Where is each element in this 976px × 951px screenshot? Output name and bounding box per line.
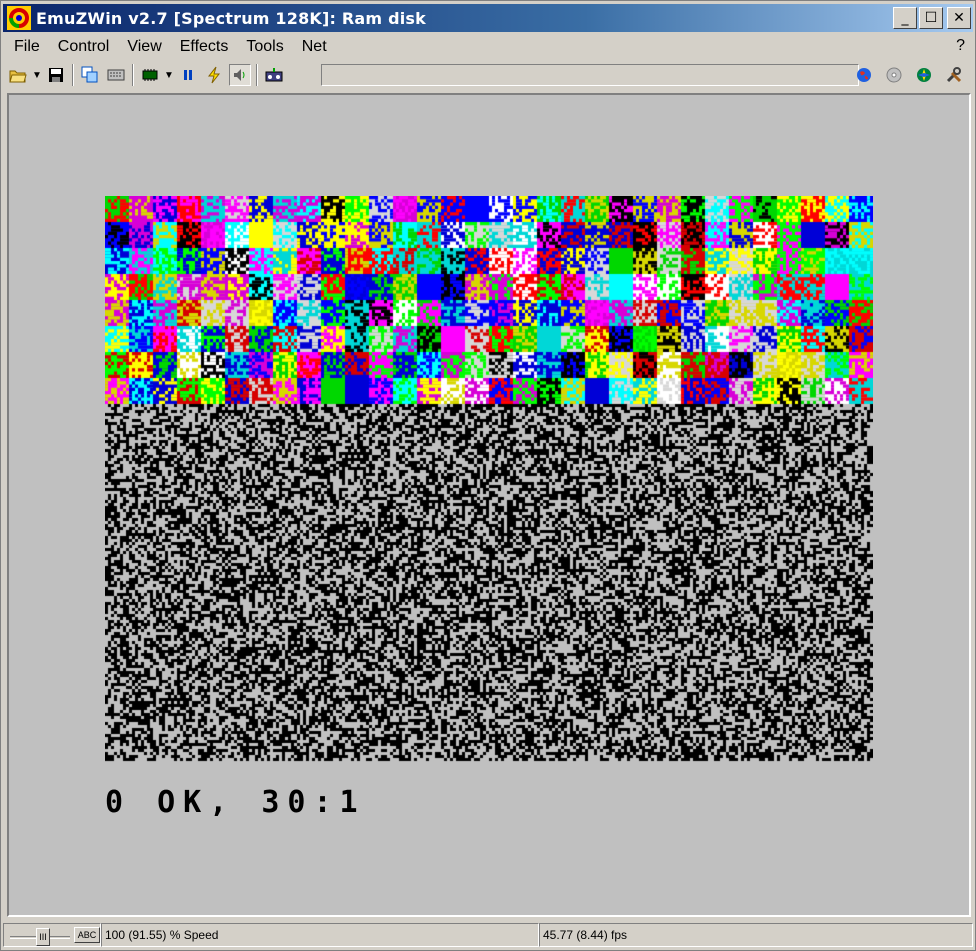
copy-icon[interactable] <box>79 64 101 86</box>
status-bar: III ABC 100 (91.55) % Speed 45.77 (8.44)… <box>3 921 975 949</box>
toolbar-separator <box>132 64 134 86</box>
menu-effects[interactable]: Effects <box>171 38 238 56</box>
screen-canvas[interactable] <box>105 196 873 762</box>
title-bar[interactable]: EmuZWin v2.7 [Spectrum 128K]: Ram disk _… <box>3 4 973 32</box>
compass-icon[interactable] <box>913 64 935 86</box>
pause-icon[interactable] <box>177 64 199 86</box>
open-dropdown-icon[interactable]: ▼ <box>31 64 43 86</box>
window-title: EmuZWin v2.7 [Spectrum 128K]: Ram disk <box>36 8 426 28</box>
fps-panel: 45.77 (8.44) fps <box>539 923 973 947</box>
save-icon[interactable] <box>45 64 67 86</box>
toolbar: ▼ ▼ <box>5 61 973 89</box>
menu-file[interactable]: File <box>5 38 49 56</box>
tape-icon[interactable] <box>263 64 285 86</box>
memory-chip-icon[interactable] <box>139 64 161 86</box>
speed-slider-thumb[interactable]: III <box>36 928 50 946</box>
sound-icon[interactable] <box>229 64 251 86</box>
close-button[interactable]: ✕ <box>947 7 971 29</box>
fps-readout: 45.77 (8.44) fps <box>543 928 628 942</box>
toolbar-separator <box>72 64 74 86</box>
menu-view[interactable]: View <box>118 38 170 56</box>
maximize-button[interactable]: ☐ <box>919 7 943 29</box>
menu-help[interactable]: ? <box>956 37 965 55</box>
speed-panel: 100 (91.55) % Speed <box>101 923 539 947</box>
memory-dropdown-icon[interactable]: ▼ <box>163 64 175 86</box>
globe-icon[interactable] <box>853 64 875 86</box>
abc-button[interactable]: ABC <box>74 927 100 943</box>
disk-icon[interactable] <box>883 64 905 86</box>
menu-bar: File Control View Effects Tools Net ? <box>5 35 973 59</box>
menu-net[interactable]: Net <box>293 38 336 56</box>
menu-control[interactable]: Control <box>49 38 119 56</box>
basic-status-line: 0 OK, 30:1 <box>105 785 366 820</box>
toolbar-separator <box>256 64 258 86</box>
keyboard-icon[interactable] <box>105 64 127 86</box>
menu-tools[interactable]: Tools <box>237 38 292 56</box>
tools-icon[interactable] <box>943 64 965 86</box>
turbo-icon[interactable] <box>203 64 225 86</box>
speed-slider-panel: III ABC <box>3 923 101 947</box>
app-logo-icon <box>7 6 31 30</box>
toolbar-info-field <box>321 64 859 86</box>
spectrum-screen[interactable] <box>105 196 873 762</box>
minimize-button[interactable]: _ <box>893 7 917 29</box>
open-icon[interactable] <box>7 64 29 86</box>
emulator-window: EmuZWin v2.7 [Spectrum 128K]: Ram disk _… <box>0 0 976 951</box>
speed-readout: 100 (91.55) % Speed <box>105 928 219 942</box>
